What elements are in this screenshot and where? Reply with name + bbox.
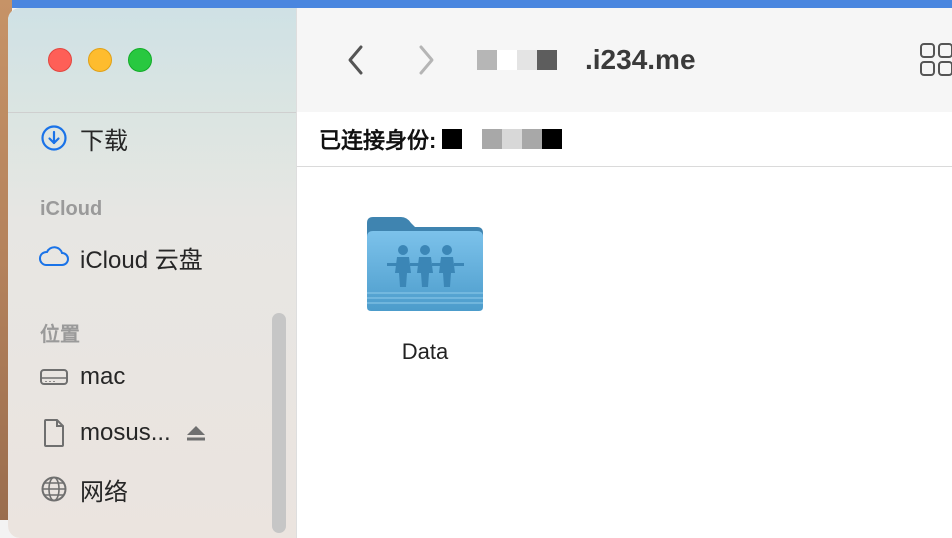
globe-icon	[38, 473, 70, 505]
sidebar-header	[8, 8, 296, 113]
sidebar-item-mosus[interactable]: mosus...	[38, 415, 207, 451]
toolbar: .i234.me	[297, 8, 952, 113]
file-item-data[interactable]: Data	[357, 207, 493, 364]
chevron-left-icon	[348, 45, 363, 75]
close-button[interactable]	[48, 48, 72, 72]
finder-window: 下载 iCloud iCloud 云盘 位置 mac mosus... 网络 .…	[8, 8, 952, 538]
redaction-block	[502, 129, 523, 149]
grid-view-icon	[920, 43, 952, 76]
sidebar-item-label: iCloud 云盘	[80, 246, 203, 274]
redaction-block	[522, 129, 543, 149]
file-browser: Data	[297, 167, 952, 538]
sidebar-scrollbar[interactable]	[272, 313, 286, 533]
sidebar-item-icloud-drive[interactable]: iCloud 云盘	[38, 239, 203, 275]
download-icon	[38, 122, 70, 154]
sidebar-item-label: 网络	[80, 478, 128, 506]
sidebar: 下载 iCloud iCloud 云盘 位置 mac mosus... 网络	[8, 8, 297, 538]
forward-button[interactable]	[411, 42, 441, 78]
view-toggle-button[interactable]	[919, 42, 952, 78]
sidebar-item-mac[interactable]: mac	[38, 359, 125, 395]
redaction-block	[442, 129, 463, 149]
window-title: .i234.me	[477, 42, 696, 78]
redaction-block	[542, 129, 563, 149]
redaction-block	[477, 50, 497, 70]
zoom-button[interactable]	[128, 48, 152, 72]
window-title-text: .i234.me	[585, 44, 696, 75]
minimize-button[interactable]	[88, 48, 112, 72]
shared-folder-icon	[367, 217, 483, 311]
cloud-icon	[38, 241, 70, 273]
back-button[interactable]	[341, 42, 371, 78]
sidebar-item-network[interactable]: 网络	[38, 471, 128, 507]
redaction-block	[462, 129, 483, 149]
redaction-block	[517, 50, 537, 70]
connection-label: 已连接身份:	[319, 128, 437, 153]
document-icon	[38, 417, 70, 449]
drive-icon	[38, 361, 70, 393]
sidebar-item-label: mosus...	[80, 419, 171, 446]
sidebar-item-downloads[interactable]: 下载	[38, 120, 128, 156]
connection-bar: 已连接身份:	[297, 112, 952, 167]
redaction-block	[537, 50, 557, 70]
redaction-block	[482, 129, 503, 149]
redaction-block	[497, 50, 517, 70]
eject-icon[interactable]	[185, 423, 207, 443]
sidebar-item-label: mac	[80, 363, 126, 390]
chevron-right-icon	[419, 45, 434, 75]
sidebar-item-label: 下载	[80, 127, 128, 155]
file-name: Data	[401, 339, 449, 364]
sidebar-section-locations: 位置	[40, 324, 80, 346]
desktop-background-top	[0, 0, 952, 8]
sidebar-section-icloud: iCloud	[40, 198, 103, 220]
